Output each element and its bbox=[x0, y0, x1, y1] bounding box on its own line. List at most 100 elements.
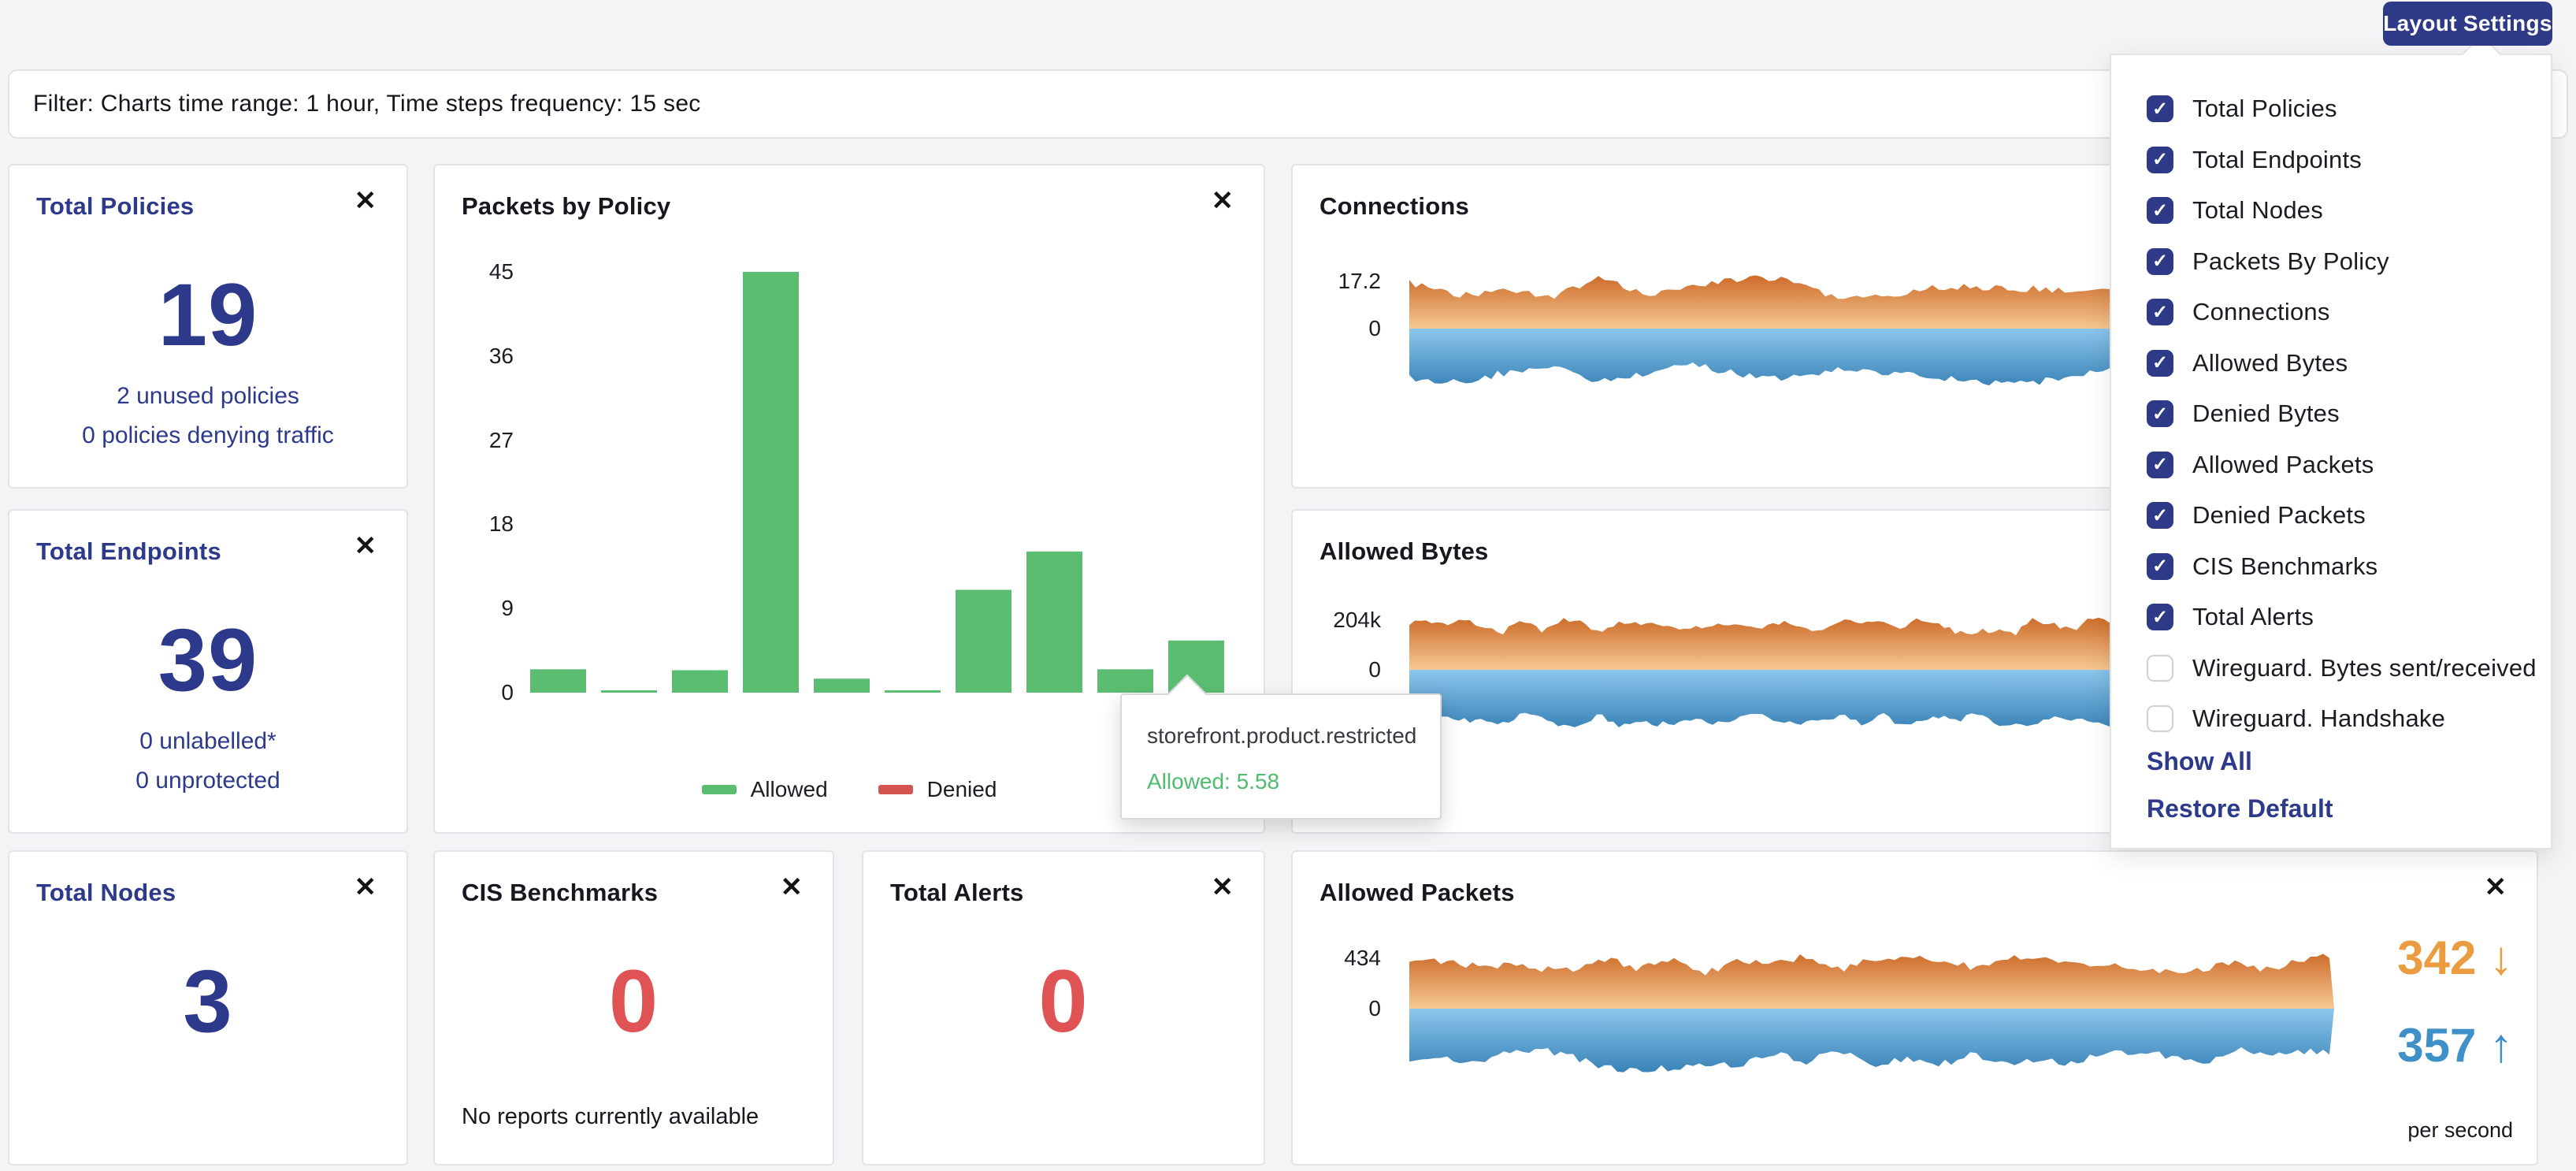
bar-allowed-5[interactable] bbox=[885, 690, 941, 693]
card-title: Total Policies bbox=[36, 192, 194, 221]
bar-allowed-7[interactable] bbox=[1026, 552, 1082, 693]
layout-settings-button[interactable]: Layout Settings bbox=[2383, 2, 2552, 46]
checkbox-unchecked-icon[interactable] bbox=[2147, 655, 2173, 682]
card-title: Connections bbox=[1320, 192, 1469, 221]
total-alerts-value: 0 bbox=[863, 957, 1264, 1046]
checkbox-checked-icon[interactable]: ✓ bbox=[2147, 604, 2173, 630]
y-tick-label: 27 bbox=[435, 427, 514, 454]
y-tick-label: 18 bbox=[435, 511, 514, 537]
layout-panel-item-denied-bytes[interactable]: ✓ Denied Bytes bbox=[2111, 388, 2551, 440]
packets-received-stat: 342 ↓ bbox=[2397, 935, 2513, 982]
allowed_packets-inbound-area bbox=[1409, 954, 2334, 1009]
y-tick-label: 0 bbox=[1293, 656, 1381, 683]
bar-allowed-3[interactable] bbox=[743, 272, 799, 693]
y-tick-label: 204k bbox=[1293, 607, 1381, 634]
legend-label: Denied bbox=[927, 777, 997, 802]
layout-panel-item-label: Allowed Packets bbox=[2192, 451, 2374, 479]
bar-allowed-8[interactable] bbox=[1097, 669, 1153, 693]
checkbox-unchecked-icon[interactable] bbox=[2147, 705, 2173, 732]
layout-panel-item-total-alerts[interactable]: ✓Total Alerts bbox=[2111, 592, 2551, 643]
layout-panel-item-label: Denied Bytes bbox=[2192, 400, 2340, 428]
close-icon[interactable]: ✕ bbox=[354, 533, 377, 559]
layout-panel-item-label: Total Nodes bbox=[2192, 196, 2323, 225]
show-all-link[interactable]: Show All bbox=[2147, 747, 2252, 776]
unlabelled-line: 0 unlabelled* bbox=[9, 728, 406, 755]
allowed-packets-area-chart[interactable] bbox=[1409, 950, 2334, 1088]
layout-panel-item-allowed-bytes[interactable]: ✓ Allowed Bytes bbox=[2111, 338, 2551, 389]
bar-allowed-6[interactable] bbox=[956, 590, 1011, 693]
packets-sent-stat: 357 ↑ bbox=[2397, 1022, 2513, 1069]
y-tick-label: 0 bbox=[1293, 315, 1381, 342]
tooltip-allowed-value: Allowed: 5.58 bbox=[1147, 769, 1279, 794]
cis-benchmarks-value: 0 bbox=[435, 957, 833, 1046]
bar-allowed-2[interactable] bbox=[672, 671, 728, 693]
bar-allowed-0[interactable] bbox=[530, 669, 586, 693]
bar-allowed-1[interactable] bbox=[601, 690, 657, 693]
card-total-endpoints: Total Endpoints ✕ 39 0 unlabelled* 0 unp… bbox=[8, 509, 408, 834]
layout-settings-panel: ✓Total Policies✓Total Endpoints✓Total No… bbox=[2110, 54, 2552, 849]
layout-panel-item-denied-packets[interactable]: ✓ Denied Packets bbox=[2111, 490, 2551, 541]
layout-panel-item-total-endpoints[interactable]: ✓ Total Endpoints bbox=[2111, 135, 2551, 186]
legend-label: Allowed bbox=[751, 777, 828, 802]
layout-panel-item-wireguard-handshake[interactable]: Wireguard. Handshake bbox=[2111, 693, 2551, 745]
layout-panel-item-total-policies[interactable]: ✓Total Policies bbox=[2111, 84, 2551, 135]
layout-panel-item-packets-by-policy[interactable]: ✓ Packets By Policy bbox=[2111, 236, 2551, 288]
close-icon[interactable]: ✕ bbox=[1212, 188, 1234, 214]
restore-default-link[interactable]: Restore Default bbox=[2147, 794, 2333, 823]
packets-sent-value: 357 bbox=[2397, 1019, 2476, 1072]
layout-panel-item-total-nodes[interactable]: ✓ Total Nodes bbox=[2111, 185, 2551, 236]
layout-panel-item-label: Wireguard. Handshake bbox=[2192, 704, 2445, 733]
bar-allowed-4[interactable] bbox=[814, 678, 870, 693]
card-title: Total Endpoints bbox=[36, 537, 221, 566]
close-icon[interactable]: ✕ bbox=[781, 874, 804, 901]
packets-by-policy-bar-chart[interactable] bbox=[522, 260, 1294, 701]
legend-item-allowed: Allowed bbox=[702, 777, 828, 802]
card-total-nodes: Total Nodes ✕ 3 bbox=[8, 850, 408, 1165]
y-tick-label: 36 bbox=[435, 343, 514, 370]
layout-panel-item-allowed-packets[interactable]: ✓ Allowed Packets bbox=[2111, 440, 2551, 491]
card-title: Allowed Packets bbox=[1320, 879, 1515, 907]
checkbox-checked-icon[interactable]: ✓ bbox=[2147, 95, 2173, 122]
layout-panel-item-wireguard-bytes-sent-received[interactable]: Wireguard. Bytes sent/received bbox=[2111, 643, 2551, 694]
card-title: Total Alerts bbox=[890, 879, 1023, 907]
cis-benchmarks-note: No reports currently available bbox=[462, 1104, 759, 1130]
card-total-policies: Total Policies ✕ 19 2 unused policies 0 … bbox=[8, 164, 408, 489]
checkbox-checked-icon[interactable]: ✓ bbox=[2147, 452, 2173, 478]
close-icon[interactable]: ✕ bbox=[354, 874, 377, 901]
arrow-up-icon: ↑ bbox=[2489, 1019, 2513, 1072]
checkbox-checked-icon[interactable]: ✓ bbox=[2147, 248, 2173, 275]
layout-panel-list: ✓Total Policies✓Total Endpoints✓Total No… bbox=[2111, 84, 2551, 745]
layout-panel-item-label: Allowed Bytes bbox=[2192, 349, 2348, 377]
y-tick-label: 45 bbox=[435, 258, 514, 285]
layout-panel-item-label: Denied Packets bbox=[2192, 501, 2366, 530]
close-icon[interactable]: ✕ bbox=[1212, 874, 1234, 901]
checkbox-checked-icon[interactable]: ✓ bbox=[2147, 197, 2173, 224]
layout-panel-item-label: Connections bbox=[2192, 298, 2330, 326]
tooltip-policy-name: storefront.product.restricted bbox=[1147, 723, 1416, 749]
checkbox-checked-icon[interactable]: ✓ bbox=[2147, 400, 2173, 427]
arrow-down-icon: ↓ bbox=[2489, 931, 2513, 984]
layout-panel-item-label: Wireguard. Bytes sent/received bbox=[2192, 654, 2537, 682]
layout-panel-item-label: CIS Benchmarks bbox=[2192, 552, 2377, 581]
legend-swatch-icon bbox=[878, 785, 913, 794]
checkbox-checked-icon[interactable]: ✓ bbox=[2147, 502, 2173, 529]
checkbox-checked-icon[interactable]: ✓ bbox=[2147, 147, 2173, 173]
total-nodes-value: 3 bbox=[9, 957, 406, 1046]
card-title: Total Nodes bbox=[36, 879, 176, 907]
close-icon[interactable]: ✕ bbox=[354, 188, 377, 214]
layout-panel-item-label: Packets By Policy bbox=[2192, 247, 2389, 276]
layout-panel-item-connections[interactable]: ✓ Connections bbox=[2111, 287, 2551, 338]
total-endpoints-value: 39 bbox=[9, 616, 406, 704]
card-total-alerts: Total Alerts ✕ 0 bbox=[862, 850, 1265, 1165]
legend-swatch-icon bbox=[702, 785, 737, 794]
filter-bar-text: Filter: Charts time range: 1 hour, Time … bbox=[33, 91, 701, 117]
y-tick-label: 0 bbox=[435, 679, 514, 706]
card-cis-benchmarks: CIS Benchmarks ✕ 0 No reports currently … bbox=[433, 850, 834, 1165]
layout-panel-item-label: Total Endpoints bbox=[2192, 146, 2362, 174]
close-icon[interactable]: ✕ bbox=[2485, 874, 2507, 901]
checkbox-checked-icon[interactable]: ✓ bbox=[2147, 350, 2173, 377]
layout-panel-item-cis-benchmarks[interactable]: ✓ CIS Benchmarks bbox=[2111, 541, 2551, 593]
card-allowed-packets: Allowed Packets ✕ 4340 342 ↓ 357 ↑ per s… bbox=[1291, 850, 2538, 1165]
checkbox-checked-icon[interactable]: ✓ bbox=[2147, 299, 2173, 325]
checkbox-checked-icon[interactable]: ✓ bbox=[2147, 553, 2173, 580]
